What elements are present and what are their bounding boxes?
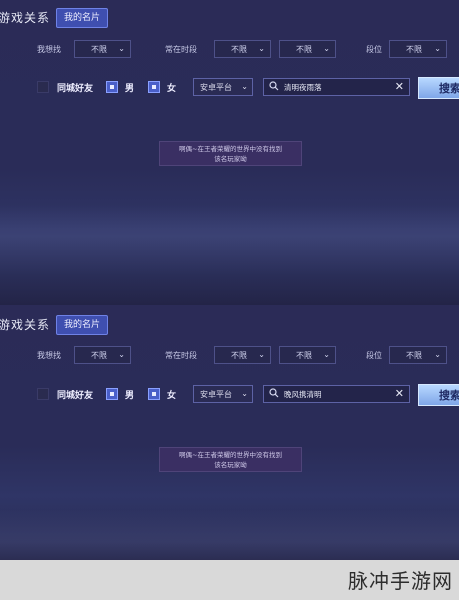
female-checkbox[interactable]: [148, 388, 160, 400]
select-value: 不限: [91, 351, 107, 360]
select-value: 不限: [296, 45, 312, 54]
chevron-down-icon: ⌄: [241, 82, 248, 91]
select-value: 不限: [231, 351, 247, 360]
select-value: 不限: [406, 351, 422, 360]
screenshot-panel-1: 游戏关系 我的名片 我想找 不限 ⌄ 常在时段 不限 ⌄ 不限 ⌄ 段位 不限 …: [0, 0, 459, 305]
male-checkbox[interactable]: [106, 388, 118, 400]
rank-select[interactable]: 不限 ⌄: [389, 346, 447, 364]
time-start-select[interactable]: 不限 ⌄: [214, 346, 271, 364]
chevron-down-icon: ⌄: [434, 44, 441, 53]
message-line-2: 该名玩家呦: [214, 461, 247, 469]
search-icon: [269, 81, 279, 91]
same-city-checkbox[interactable]: [37, 81, 49, 93]
looking-for-select[interactable]: 不限 ⌄: [74, 346, 131, 364]
same-city-checkbox[interactable]: [37, 388, 49, 400]
female-label: 女: [167, 84, 177, 94]
filter-row: 我想找 不限 ⌄ 常在时段 不限 ⌄ 不限 ⌄ 段位 不限 ⌄: [0, 40, 459, 60]
message-line-1: 啊偶~在王者荣耀的世界中没有找到: [179, 451, 282, 459]
chevron-down-icon: ⌄: [241, 389, 248, 398]
close-icon[interactable]: ✕: [395, 387, 404, 400]
close-icon[interactable]: ✕: [395, 80, 404, 93]
select-value: 不限: [231, 45, 247, 54]
same-city-label: 同城好友: [57, 391, 94, 401]
search-box: ✕: [263, 385, 410, 403]
chevron-down-icon: ⌄: [118, 350, 125, 359]
options-row: 同城好友 男 女 安卓平台 ⌄ ✕ 搜索: [0, 77, 459, 100]
page-title: 游戏关系: [0, 11, 51, 25]
search-icon: [269, 388, 279, 398]
select-value: 不限: [296, 351, 312, 360]
watermark-logo: 脉冲手游网: [348, 569, 453, 593]
screenshot-panel-2: 游戏关系 我的名片 我想找 不限 ⌄ 常在时段 不限 ⌄ 不限 ⌄ 段位 不限 …: [0, 305, 459, 560]
platform-select[interactable]: 安卓平台 ⌄: [193, 385, 253, 403]
title-bar: 游戏关系 我的名片: [0, 315, 459, 335]
male-label: 男: [125, 84, 135, 94]
not-found-message: 啊偶~在王者荣耀的世界中没有找到 该名玩家呦: [159, 447, 302, 472]
select-value: 不限: [91, 45, 107, 54]
my-card-button[interactable]: 我的名片: [56, 8, 108, 28]
looking-for-select[interactable]: 不限 ⌄: [74, 40, 131, 58]
options-row: 同城好友 男 女 安卓平台 ⌄ ✕ 搜索: [0, 384, 459, 407]
filter-label-time: 常在时段: [165, 45, 197, 54]
platform-select[interactable]: 安卓平台 ⌄: [193, 78, 253, 96]
chevron-down-icon: ⌄: [118, 44, 125, 53]
search-input[interactable]: [284, 80, 389, 94]
search-box: ✕: [263, 78, 410, 96]
filter-row: 我想找 不限 ⌄ 常在时段 不限 ⌄ 不限 ⌄ 段位 不限 ⌄: [0, 346, 459, 366]
filter-label-looking-for: 我想找: [37, 351, 61, 360]
chevron-down-icon: ⌄: [258, 350, 265, 359]
time-end-select[interactable]: 不限 ⌄: [279, 346, 336, 364]
same-city-label: 同城好友: [57, 84, 94, 94]
title-bar: 游戏关系 我的名片: [0, 8, 459, 28]
chevron-down-icon: ⌄: [258, 44, 265, 53]
time-start-select[interactable]: 不限 ⌄: [214, 40, 271, 58]
not-found-message: 啊偶~在王者荣耀的世界中没有找到 该名玩家呦: [159, 141, 302, 166]
search-input[interactable]: [284, 387, 389, 401]
time-end-select[interactable]: 不限 ⌄: [279, 40, 336, 58]
select-value: 不限: [406, 45, 422, 54]
rank-select[interactable]: 不限 ⌄: [389, 40, 447, 58]
female-checkbox[interactable]: [148, 81, 160, 93]
male-checkbox[interactable]: [106, 81, 118, 93]
search-button[interactable]: 搜索: [418, 384, 459, 406]
male-label: 男: [125, 391, 135, 401]
select-value: 安卓平台: [200, 390, 232, 399]
search-button[interactable]: 搜索: [418, 77, 459, 99]
filter-label-rank: 段位: [366, 45, 382, 54]
chevron-down-icon: ⌄: [323, 350, 330, 359]
filter-label-time: 常在时段: [165, 351, 197, 360]
filter-label-rank: 段位: [366, 351, 382, 360]
my-card-button[interactable]: 我的名片: [56, 315, 108, 335]
female-label: 女: [167, 391, 177, 401]
message-line-1: 啊偶~在王者荣耀的世界中没有找到: [179, 145, 282, 153]
chevron-down-icon: ⌄: [323, 44, 330, 53]
page-title: 游戏关系: [0, 318, 51, 332]
message-line-2: 该名玩家呦: [214, 155, 247, 163]
select-value: 安卓平台: [200, 83, 232, 92]
filter-label-looking-for: 我想找: [37, 45, 61, 54]
chevron-down-icon: ⌄: [434, 350, 441, 359]
